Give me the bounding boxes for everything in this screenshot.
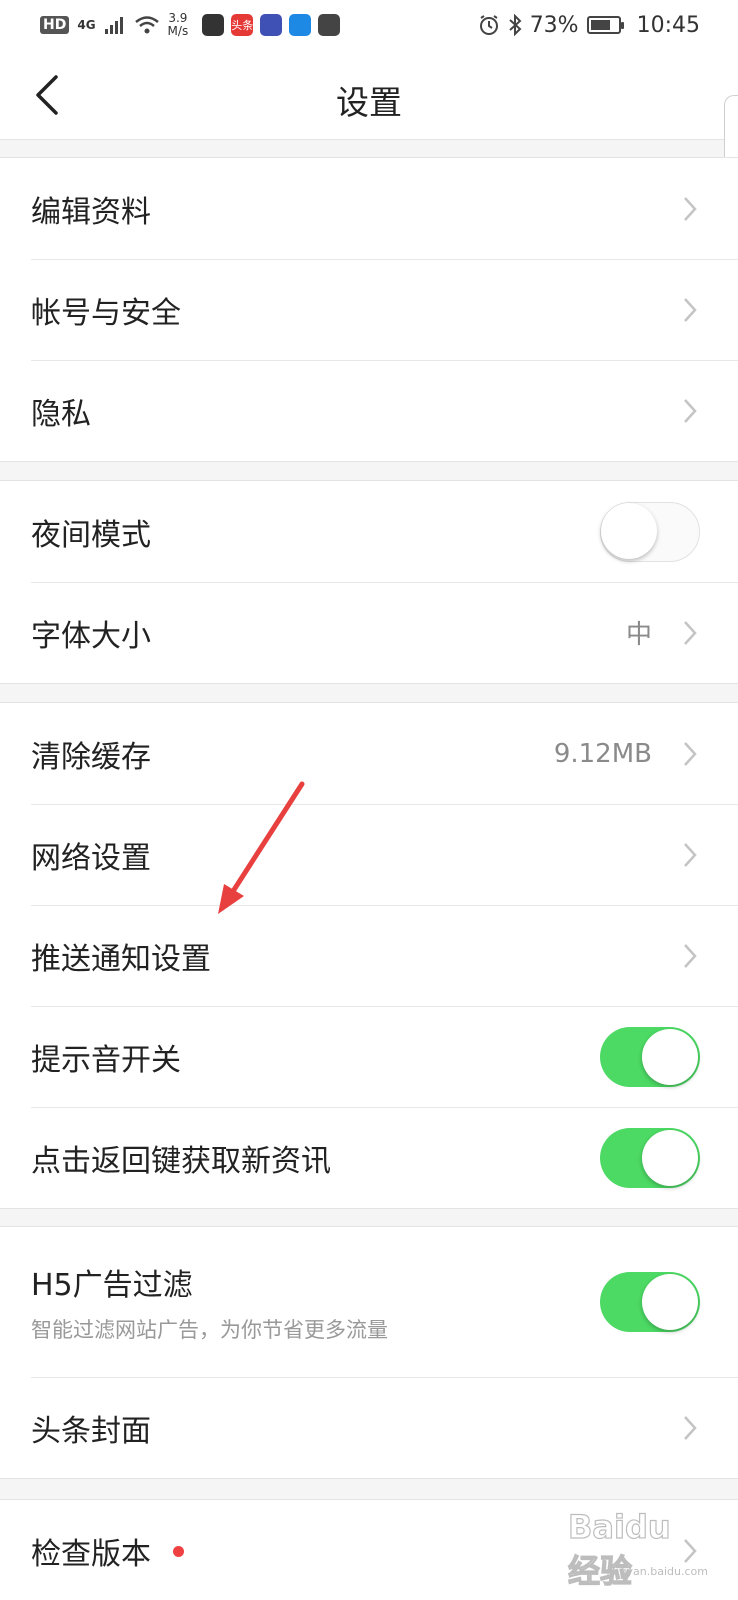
cache-size-value: 9.12MB [553,738,652,769]
row-label: 夜间模式 [31,517,151,553]
status-right: 73% 10:45 [478,13,700,38]
row-label: H5广告过滤 [31,1268,193,1303]
row-sublabel: 智能过滤网站广告，为你节省更多流量 [31,1318,388,1342]
watermark-brand: Baidu 经验 [567,1507,671,1590]
row-edit-profile[interactable]: 编辑资料 [0,158,738,259]
wechat-icon [318,14,341,36]
font-size-value: 中 [625,620,652,650]
row-account-security[interactable]: 帐号与安全 [0,259,738,360]
baidu-watermark: Baidu 经验 jingyan.baidu.com [567,1507,708,1590]
row-push-notification-settings[interactable]: 推送通知设置 [0,905,738,1006]
chevron-right-icon [682,841,698,869]
status-time: 10:45 [636,12,700,38]
back-refresh-toggle[interactable] [600,1127,700,1188]
row-label: 网络设置 [31,840,151,876]
row-label: 字体大小 [31,618,151,654]
notification-icons: 头条 [202,14,341,36]
battery-icon [586,16,624,34]
wifi-icon [134,16,159,34]
annotation-arrow [218,781,305,914]
signal-icon [104,17,123,34]
h5-ad-filter-toggle[interactable] [600,1272,700,1332]
settings-screen: HD 4G 3.9 M/s 头条 73% 10:45 设置 编辑资料 帐号与安全… [0,0,738,1600]
watermark-url: jingyan.baidu.com [606,1565,708,1578]
browser-icon [289,14,312,36]
toutiao-icon: 头条 [231,14,254,36]
chevron-right-icon [682,1414,698,1442]
row-notification-sound: 提示音开关 [0,1006,738,1107]
toggle-knob [642,1028,698,1085]
section-general: 清除缓存 9.12MB 网络设置 推送通知设置 提示音开关 点击返回键获取新资讯 [0,702,738,1209]
row-clear-cache[interactable]: 清除缓存 9.12MB [0,703,738,804]
row-label: 清除缓存 [31,739,151,775]
chevron-right-icon [682,619,698,647]
section-account: 编辑资料 帐号与安全 隐私 [0,157,738,462]
check-version-label: 检查版本 [31,1536,151,1572]
chevron-right-icon [682,942,698,970]
row-privacy[interactable]: 隐私 [0,360,738,461]
row-label: 点击返回键获取新资讯 [31,1143,331,1179]
section-display: 夜间模式 字体大小 中 [0,480,738,684]
night-mode-toggle[interactable] [600,501,700,562]
baidu-netdisk-icon [260,14,283,36]
update-dot [173,1545,184,1557]
battery-percent: 73% [529,12,579,38]
row-label: 推送通知设置 [31,941,211,977]
hd-badge: HD [40,16,70,34]
row-h5-ad-filter: H5广告过滤 智能过滤网站广告，为你节省更多流量 [0,1227,738,1377]
row-font-size[interactable]: 字体大小 中 [0,582,738,683]
row-label: 编辑资料 [31,194,151,230]
network-speed: 3.9 M/s [168,12,189,38]
row-label: 隐私 [31,396,91,432]
bluetooth-icon [509,14,522,36]
h5-ad-filter-text: H5广告过滤 智能过滤网站广告，为你节省更多流量 [31,1260,600,1344]
toggle-knob [642,1129,698,1186]
row-label: 头条封面 [31,1413,151,1449]
nav-bar: 设置 [0,50,738,140]
toggle-knob [642,1274,698,1330]
sound-toggle[interactable] [600,1026,700,1087]
section-content: H5广告过滤 智能过滤网站广告，为你节省更多流量 头条封面 [0,1226,738,1479]
qq-icon [202,14,225,36]
chevron-right-icon [682,740,698,768]
status-left: HD 4G 3.9 M/s 头条 [40,12,341,38]
row-label: 提示音开关 [31,1042,181,1078]
speed-unit: M/s [167,24,189,38]
chevron-right-icon [682,397,698,425]
row-label: 帐号与安全 [31,295,181,331]
page-title: 设置 [336,83,402,122]
alarm-icon [479,15,498,35]
row-network-settings[interactable]: 网络设置 [0,804,738,905]
network-type: 4G [77,18,96,32]
chevron-right-icon [682,296,698,324]
row-night-mode: 夜间模式 [0,481,738,582]
battery-fill [590,20,610,30]
row-toutiao-cover[interactable]: 头条封面 [0,1377,738,1478]
row-back-key-refresh: 点击返回键获取新资讯 [0,1107,738,1208]
chevron-right-icon [682,195,698,223]
status-bar: HD 4G 3.9 M/s 头条 73% 10:45 [0,0,738,50]
toggle-knob [601,503,657,559]
